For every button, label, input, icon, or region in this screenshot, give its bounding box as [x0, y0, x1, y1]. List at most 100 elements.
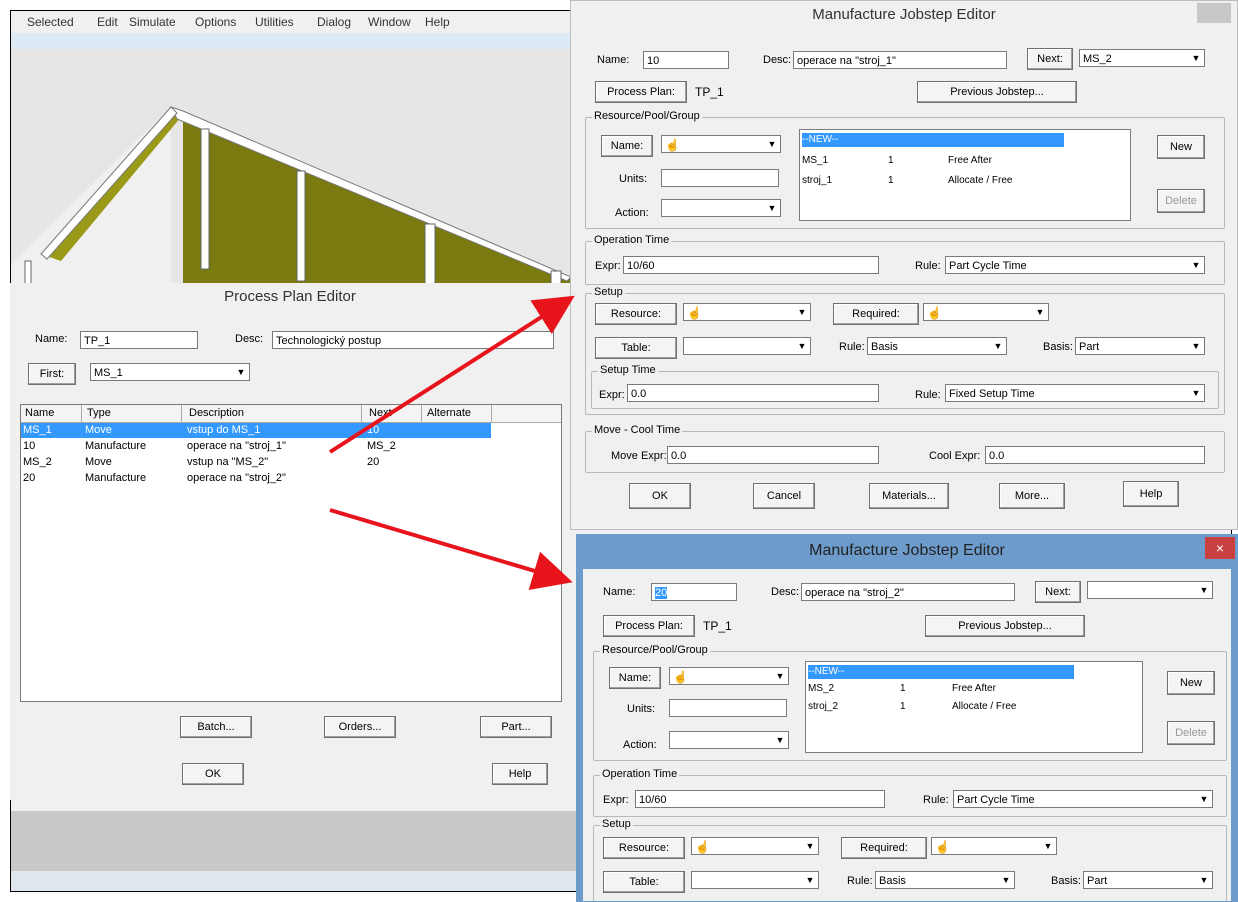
- menu-edit[interactable]: Edit: [97, 15, 118, 29]
- menu-simulate[interactable]: Simulate: [129, 15, 176, 29]
- list-item[interactable]: --NEW--: [808, 665, 1074, 679]
- first-select[interactable]: MS_1 ▼: [90, 363, 250, 381]
- next-select[interactable]: ▼: [1087, 581, 1213, 599]
- hand-icon: ☝: [687, 306, 702, 320]
- ok-button[interactable]: OK: [629, 483, 691, 509]
- jobstep-list[interactable]: Name Type Description Next Alternate MS_…: [20, 404, 562, 702]
- basis-select[interactable]: Part ▼: [1083, 871, 1213, 889]
- menu-help[interactable]: Help: [425, 15, 450, 29]
- part-button[interactable]: Part...: [480, 716, 552, 738]
- list-item[interactable]: stroj_1 1 Allocate / Free: [802, 174, 1122, 188]
- cell-name: MS_1: [23, 424, 52, 436]
- orders-button[interactable]: Orders...: [324, 716, 396, 738]
- setup-rule-select[interactable]: Basis ▼: [875, 871, 1015, 889]
- resource-button[interactable]: Resource:: [603, 837, 685, 859]
- list-item[interactable]: --NEW--: [802, 133, 1064, 147]
- action-select[interactable]: ▼: [669, 731, 789, 749]
- name-field[interactable]: 10: [643, 51, 729, 69]
- op-expr-field[interactable]: 10/60: [623, 256, 879, 274]
- resource-name-select[interactable]: ☝ ▼: [669, 667, 789, 685]
- close-icon[interactable]: ×: [1205, 537, 1235, 559]
- delete-button[interactable]: Delete: [1157, 189, 1205, 213]
- resource-button[interactable]: Resource:: [595, 303, 677, 325]
- op-rule-select[interactable]: Part Cycle Time ▼: [945, 256, 1205, 274]
- list-item[interactable]: stroj_2 1 Allocate / Free: [808, 700, 1128, 714]
- 3d-scene-view[interactable]: [11, 49, 581, 284]
- previous-jobstep-button[interactable]: Previous Jobstep...: [917, 81, 1077, 103]
- resource-list[interactable]: --NEW-- MS_1 1 Free After stroj_1 1 Allo…: [799, 129, 1131, 221]
- setup-rule-select[interactable]: Basis ▼: [867, 337, 1007, 355]
- process-plan-button[interactable]: Process Plan:: [595, 81, 687, 103]
- next-select[interactable]: MS_2 ▼: [1079, 49, 1205, 67]
- group-label: Operation Time: [592, 234, 672, 246]
- rule-label: Rule:: [923, 794, 949, 806]
- new-button[interactable]: New: [1157, 135, 1205, 159]
- next-button[interactable]: Next:: [1027, 48, 1073, 70]
- col-description[interactable]: Description: [189, 407, 244, 419]
- table-select[interactable]: ▼: [683, 337, 811, 355]
- cool-expr-field[interactable]: 0.0: [985, 446, 1205, 464]
- cancel-button[interactable]: Cancel: [753, 483, 815, 509]
- next-button[interactable]: Next:: [1035, 581, 1081, 603]
- new-button[interactable]: New: [1167, 671, 1215, 695]
- menu-dialog[interactable]: Dialog: [317, 15, 351, 29]
- item-name: MS_2: [808, 683, 835, 694]
- units-field[interactable]: [669, 699, 787, 717]
- table-select[interactable]: ▼: [691, 871, 819, 889]
- close-icon[interactable]: [1197, 3, 1231, 23]
- required-button[interactable]: Required:: [841, 837, 927, 859]
- cell-description: vstup do MS_1: [187, 424, 261, 436]
- desc-field[interactable]: Technologický postup: [272, 331, 554, 349]
- name-button[interactable]: Name:: [601, 135, 653, 157]
- name-field[interactable]: 20: [651, 583, 737, 601]
- setup-expr-field[interactable]: 0.0: [627, 384, 879, 402]
- name-button[interactable]: Name:: [609, 667, 661, 689]
- required-button[interactable]: Required:: [833, 303, 919, 325]
- delete-button[interactable]: Delete: [1167, 721, 1215, 745]
- help-button[interactable]: Help: [492, 763, 548, 785]
- table-row[interactable]: 20 Manufacture operace na "stroj_2": [21, 471, 491, 486]
- table-button[interactable]: Table:: [603, 871, 685, 893]
- table-row[interactable]: MS_2 Move vstup na "MS_2" 20: [21, 455, 491, 470]
- ok-button[interactable]: OK: [182, 763, 244, 785]
- list-item[interactable]: MS_1 1 Free After: [802, 154, 1122, 168]
- batch-button[interactable]: Batch...: [180, 716, 252, 738]
- desc-field[interactable]: operace na "stroj_1": [793, 51, 1007, 69]
- resource-name-select[interactable]: ☝ ▼: [661, 135, 781, 153]
- process-plan-button[interactable]: Process Plan:: [603, 615, 695, 637]
- op-rule-select[interactable]: Part Cycle Time ▼: [953, 790, 1213, 808]
- menu-selected[interactable]: Selected: [27, 15, 74, 29]
- desc-field[interactable]: operace na "stroj_2": [801, 583, 1015, 601]
- col-divider: [491, 405, 492, 422]
- chevron-down-icon: ▼: [1035, 307, 1045, 317]
- list-item[interactable]: MS_2 1 Free After: [808, 682, 1128, 696]
- setup-time-rule-select[interactable]: Fixed Setup Time ▼: [945, 384, 1205, 402]
- menu-options[interactable]: Options: [195, 15, 236, 29]
- first-button[interactable]: First:: [28, 363, 76, 385]
- menu-utilities[interactable]: Utilities: [255, 15, 294, 29]
- table-button[interactable]: Table:: [595, 337, 677, 359]
- col-type[interactable]: Type: [87, 407, 111, 419]
- table-row[interactable]: MS_1 Move vstup do MS_1 10: [21, 423, 491, 438]
- name-field[interactable]: TP_1: [80, 331, 198, 349]
- setup-resource-select[interactable]: ☝ ▼: [683, 303, 811, 321]
- col-alternate[interactable]: Alternate: [427, 407, 471, 419]
- units-field[interactable]: [661, 169, 779, 187]
- menu-window[interactable]: Window: [368, 15, 411, 29]
- required-select[interactable]: ☝ ▼: [923, 303, 1049, 321]
- action-select[interactable]: ▼: [661, 199, 781, 217]
- materials-button[interactable]: Materials...: [869, 483, 949, 509]
- move-expr-field[interactable]: 0.0: [667, 446, 879, 464]
- col-name[interactable]: Name: [25, 407, 54, 419]
- resource-list[interactable]: --NEW-- MS_2 1 Free After stroj_2 1 Allo…: [805, 661, 1143, 753]
- help-button[interactable]: Help: [1123, 481, 1179, 507]
- table-row[interactable]: 10 Manufacture operace na "stroj_1" MS_2: [21, 439, 491, 454]
- group-label: Resource/Pool/Group: [592, 110, 702, 122]
- op-expr-field[interactable]: 10/60: [635, 790, 885, 808]
- col-next[interactable]: Next: [369, 407, 392, 419]
- previous-jobstep-button[interactable]: Previous Jobstep...: [925, 615, 1085, 637]
- setup-resource-select[interactable]: ☝ ▼: [691, 837, 819, 855]
- more-button[interactable]: More...: [999, 483, 1065, 509]
- required-select[interactable]: ☝ ▼: [931, 837, 1057, 855]
- basis-select[interactable]: Part ▼: [1075, 337, 1205, 355]
